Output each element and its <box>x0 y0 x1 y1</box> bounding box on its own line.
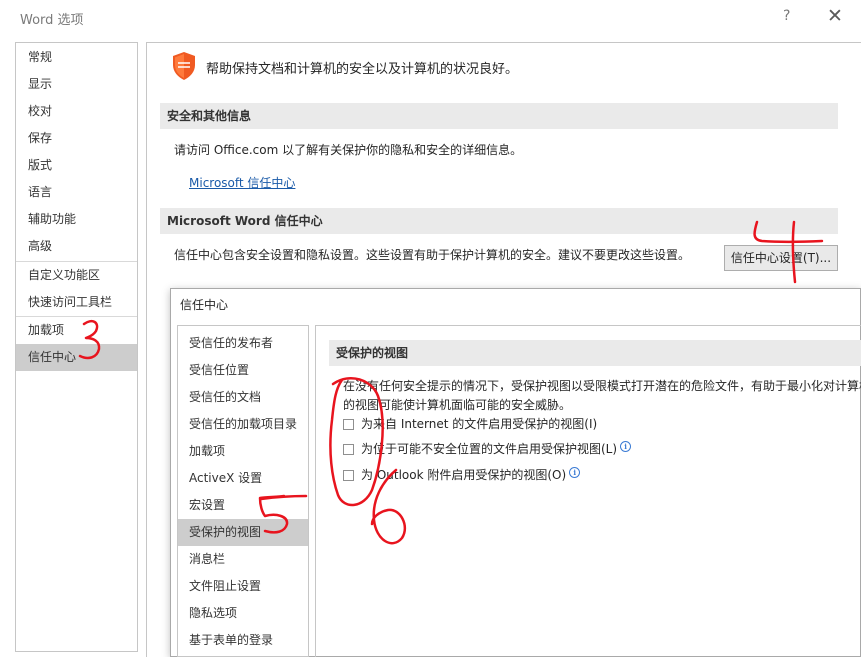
info-icon: i <box>569 467 581 478</box>
window-title: Word 选项 <box>20 13 84 28</box>
tc-item-addins[interactable]: 加载项 <box>178 438 308 465</box>
sidebar-item-display[interactable]: 显示 <box>16 71 137 98</box>
trust-center-sidebar: 受信任的发布者 受信任位置 受信任的文档 受信任的加载项目录 加载项 Activ… <box>177 325 309 657</box>
sidebar-item-general[interactable]: 常规 <box>16 44 137 71</box>
sidebar-item-quick-access[interactable]: 快速访问工具栏 <box>16 289 137 316</box>
sidebar-item-advanced[interactable]: 高级 <box>16 233 137 260</box>
sidebar-item-addins[interactable]: 加载项 <box>16 317 137 344</box>
option-unsafe-locations[interactable]: 为位于可能不安全位置的文件启用受保护视图(L) i <box>343 441 632 457</box>
shield-icon <box>173 52 195 80</box>
tc-item-macro-settings[interactable]: 宏设置 <box>178 492 308 519</box>
trust-center-content-pane <box>315 325 861 657</box>
option-label: 为位于可能不安全位置的文件启用受保护视图(L) <box>361 442 618 456</box>
tc-item-trusted-addin-catalogs[interactable]: 受信任的加载项目录 <box>178 411 308 438</box>
protected-view-description: 在没有任何安全提示的情况下，受保护视图以受限模式打开潜在的危险文件，有助于最小化… <box>343 379 861 393</box>
tc-item-trusted-locations[interactable]: 受信任位置 <box>178 357 308 384</box>
sidebar-item-proofing[interactable]: 校对 <box>16 98 137 125</box>
tc-item-file-block[interactable]: 文件阻止设置 <box>178 573 308 600</box>
checkbox[interactable] <box>343 444 354 455</box>
trust-center-settings-button[interactable]: 信任中心设置(T)... <box>724 245 838 271</box>
option-outlook-attachments[interactable]: 为 Outlook 附件启用受保护的视图(O) i <box>343 467 581 483</box>
section-header-privacy: 安全和其他信息 <box>160 103 838 129</box>
tc-item-form-login[interactable]: 基于表单的登录 <box>178 627 308 654</box>
options-sidebar: 常规 显示 校对 保存 版式 语言 辅助功能 高级 自定义功能区 快速访问工具栏… <box>15 42 138 652</box>
sidebar-item-accessibility[interactable]: 辅助功能 <box>16 206 137 233</box>
trust-center-description: 信任中心包含安全设置和隐私设置。这些设置有助于保护计算机的安全。建议不要更改这些… <box>174 248 691 262</box>
option-label: 为来自 Internet 的文件启用受保护的视图(I) <box>361 417 598 431</box>
tc-item-activex[interactable]: ActiveX 设置 <box>178 465 308 492</box>
intro-text: 帮助保持文档和计算机的安全以及计算机的状况良好。 <box>206 62 519 77</box>
tc-item-trusted-publishers[interactable]: 受信任的发布者 <box>178 330 308 357</box>
sidebar-item-typography[interactable]: 版式 <box>16 152 137 179</box>
section-header-trust-center: Microsoft Word 信任中心 <box>160 208 838 234</box>
checkbox[interactable] <box>343 419 354 430</box>
dialog-title: 信任中心 <box>180 298 229 312</box>
sidebar-item-save[interactable]: 保存 <box>16 125 137 152</box>
protected-view-description-2: 的视图可能使计算机面临可能的安全威胁。 <box>343 398 572 412</box>
trust-center-link[interactable]: Microsoft 信任中心 <box>189 174 295 191</box>
help-button[interactable]: ? <box>783 8 790 24</box>
option-internet-files[interactable]: 为来自 Internet 的文件启用受保护的视图(I) <box>343 416 597 432</box>
close-button[interactable]: ✕ <box>827 5 843 27</box>
section-header-protected-view: 受保护的视图 <box>329 340 861 366</box>
privacy-description: 请访问 Office.com 以了解有关保护你的隐私和安全的详细信息。 <box>174 143 523 157</box>
tc-item-trusted-documents[interactable]: 受信任的文档 <box>178 384 308 411</box>
sidebar-item-language[interactable]: 语言 <box>16 179 137 206</box>
checkbox[interactable] <box>343 470 354 481</box>
tc-item-message-bar[interactable]: 消息栏 <box>178 546 308 573</box>
info-icon: i <box>620 441 632 452</box>
tc-item-privacy-options[interactable]: 隐私选项 <box>178 600 308 627</box>
option-label: 为 Outlook 附件启用受保护的视图(O) <box>361 468 567 482</box>
sidebar-item-customize-ribbon[interactable]: 自定义功能区 <box>16 262 137 289</box>
sidebar-item-trust-center[interactable]: 信任中心 <box>16 344 137 371</box>
tc-item-protected-view[interactable]: 受保护的视图 <box>178 519 308 546</box>
